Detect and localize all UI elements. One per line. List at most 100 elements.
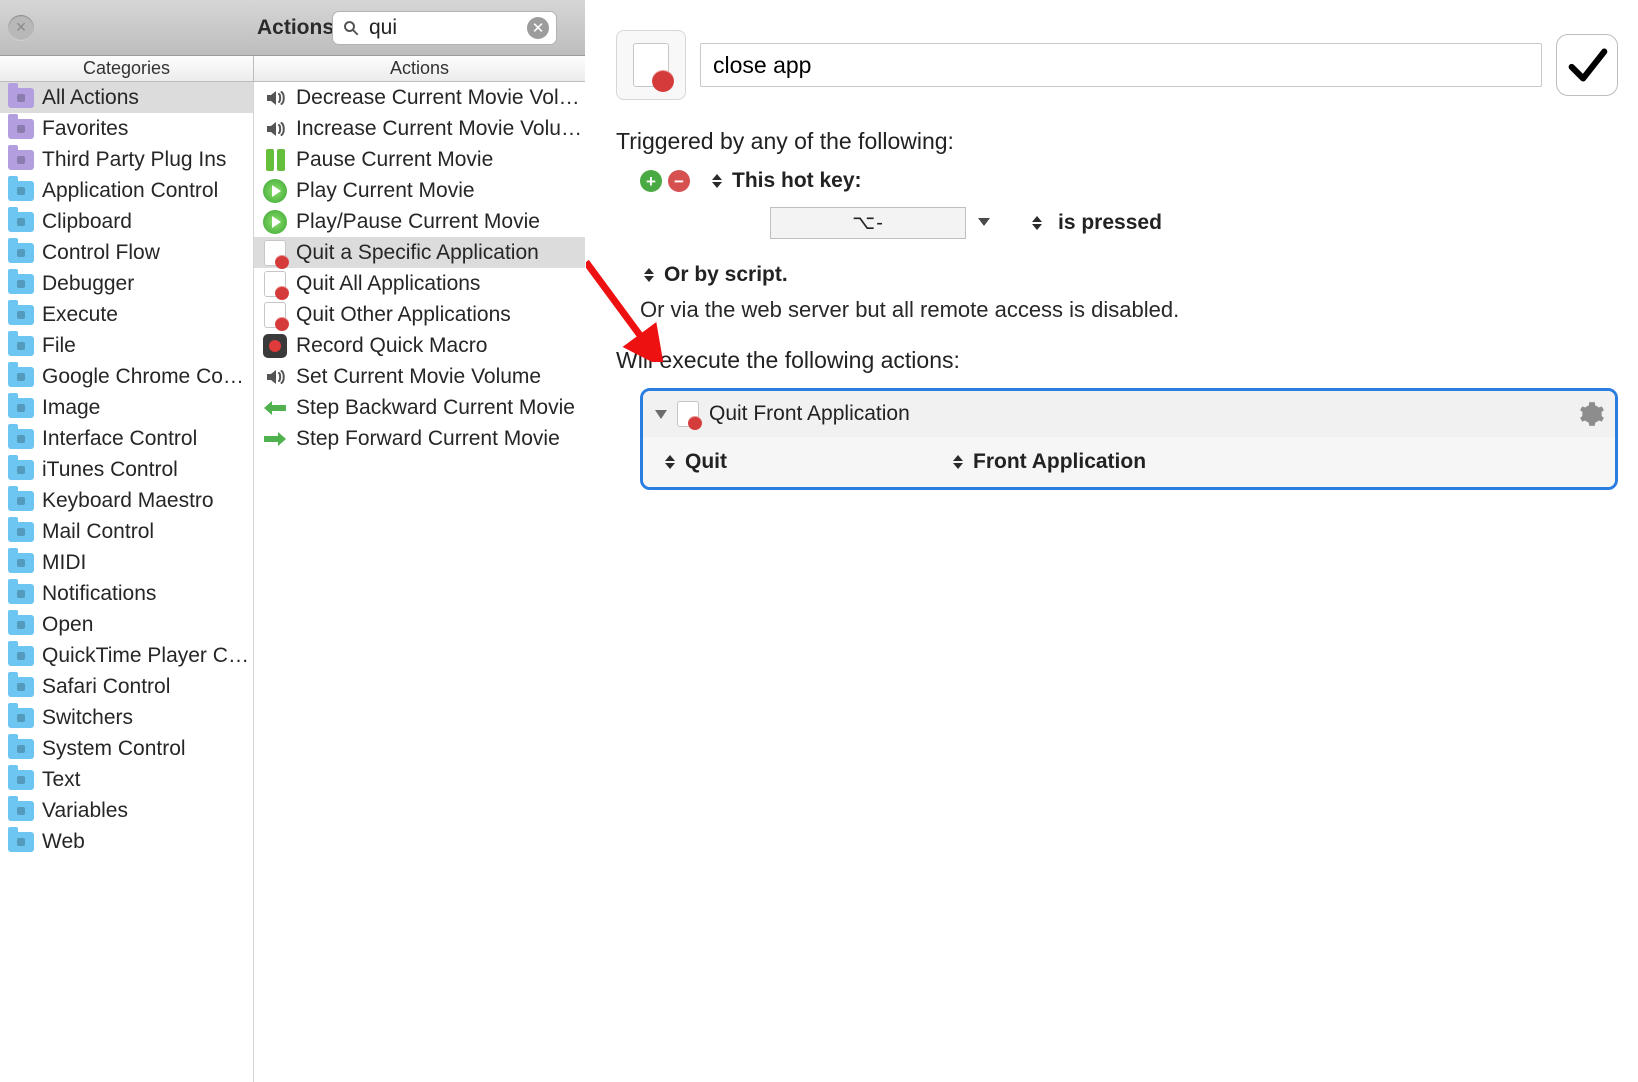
folder-icon — [8, 181, 34, 201]
action-row[interactable]: Step Forward Current Movie — [254, 423, 585, 454]
macro-detail: Triggered by any of the following: + − T… — [586, 0, 1638, 1082]
action-row[interactable]: Play/Pause Current Movie — [254, 206, 585, 237]
category-row[interactable]: Safari Control — [0, 671, 253, 702]
macro-icon-well[interactable] — [616, 30, 686, 100]
category-row[interactable]: MIDI — [0, 547, 253, 578]
quit-app-icon — [262, 271, 288, 297]
palette-toolbar: × Actions ✕ — [0, 0, 585, 56]
folder-icon — [8, 584, 34, 604]
folder-icon — [8, 88, 34, 108]
remove-trigger-button[interactable]: − — [668, 170, 690, 192]
search-wrap: ✕ — [332, 11, 557, 45]
hotkey-field[interactable]: ⌥- — [770, 207, 966, 239]
column-headers: Categories Actions — [0, 56, 585, 82]
category-row[interactable]: Interface Control — [0, 423, 253, 454]
category-row[interactable]: Google Chrome Cont… — [0, 361, 253, 392]
quit-app-icon — [262, 240, 288, 266]
action-label: Increase Current Movie Volume — [296, 117, 585, 141]
category-row[interactable]: Text — [0, 764, 253, 795]
folder-icon — [8, 770, 34, 790]
category-row[interactable]: Switchers — [0, 702, 253, 733]
folder-icon — [8, 677, 34, 697]
category-label: Safari Control — [42, 675, 170, 699]
category-row[interactable]: QuickTime Player Co… — [0, 640, 253, 671]
category-label: Application Control — [42, 179, 218, 203]
category-row[interactable]: Open — [0, 609, 253, 640]
category-label: QuickTime Player Co… — [42, 644, 253, 668]
action-row[interactable]: Decrease Current Movie Volu… — [254, 82, 585, 113]
hotkey-row: ⌥- is pressed — [640, 207, 1618, 239]
action-label: Quit Other Applications — [296, 303, 511, 327]
folder-icon — [8, 460, 34, 480]
speaker-icon — [262, 116, 288, 142]
action-title: Quit Front Application — [709, 402, 910, 426]
actions-palette: × Actions ✕ Categories Actions All Actio… — [0, 0, 586, 1082]
category-row[interactable]: Notifications — [0, 578, 253, 609]
trigger-header-row: + − This hot key: — [640, 169, 1618, 193]
category-row[interactable]: Mail Control — [0, 516, 253, 547]
categories-header[interactable]: Categories — [0, 56, 254, 81]
action-row[interactable]: Quit Other Applications — [254, 299, 585, 330]
trigger-type-stepper[interactable] — [708, 170, 726, 192]
hotkey-state-stepper[interactable] — [1028, 212, 1046, 234]
actions-list[interactable]: Decrease Current Movie Volu… Increase Cur… — [254, 82, 585, 1082]
folder-icon — [8, 398, 34, 418]
category-row[interactable]: Web — [0, 826, 253, 857]
action-row[interactable]: Pause Current Movie — [254, 144, 585, 175]
folder-icon — [8, 150, 34, 170]
categories-list[interactable]: All Actions Favorites Third Party Plug Ins… — [0, 82, 254, 1082]
category-row[interactable]: System Control — [0, 733, 253, 764]
arrow-right-icon — [262, 430, 288, 448]
category-row[interactable]: iTunes Control — [0, 454, 253, 485]
folder-icon — [8, 646, 34, 666]
action-card[interactable]: Quit Front Application Quit Front Applic… — [640, 388, 1618, 490]
category-label: Third Party Plug Ins — [42, 148, 226, 172]
action-row[interactable]: Quit All Applications — [254, 268, 585, 299]
category-label: Open — [42, 613, 93, 637]
folder-icon — [8, 491, 34, 511]
category-row[interactable]: Third Party Plug Ins — [0, 144, 253, 175]
search-input[interactable] — [332, 11, 557, 45]
category-row[interactable]: Image — [0, 392, 253, 423]
script-trigger-stepper[interactable] — [640, 264, 658, 286]
macro-enabled-toggle[interactable] — [1556, 34, 1618, 96]
close-palette-button[interactable]: × — [8, 15, 34, 41]
category-row[interactable]: Control Flow — [0, 237, 253, 268]
action-row[interactable]: Quit a Specific Application — [254, 237, 585, 268]
folder-icon — [8, 708, 34, 728]
add-trigger-button[interactable]: + — [640, 170, 662, 192]
category-row[interactable]: File — [0, 330, 253, 361]
category-row[interactable]: Clipboard — [0, 206, 253, 237]
action-row[interactable]: Increase Current Movie Volume — [254, 113, 585, 144]
search-icon — [342, 19, 360, 37]
checkmark-icon — [1564, 42, 1610, 88]
category-label: System Control — [42, 737, 186, 761]
quit-app-icon — [677, 401, 699, 427]
action-row[interactable]: Set Current Movie Volume — [254, 361, 585, 392]
action-label: Step Backward Current Movie — [296, 396, 575, 420]
category-row[interactable]: Variables — [0, 795, 253, 826]
actions-header[interactable]: Actions — [254, 56, 585, 81]
action-row[interactable]: Record Quick Macro — [254, 330, 585, 361]
category-row[interactable]: Favorites — [0, 113, 253, 144]
gear-icon[interactable] — [1579, 401, 1605, 427]
clear-search-button[interactable]: ✕ — [527, 17, 549, 39]
macro-name-input[interactable] — [700, 43, 1542, 87]
action-target-stepper[interactable] — [949, 451, 967, 473]
category-row[interactable]: Debugger — [0, 268, 253, 299]
action-row[interactable]: Step Backward Current Movie — [254, 392, 585, 423]
hotkey-options-dropdown[interactable] — [978, 218, 994, 228]
action-card-header[interactable]: Quit Front Application — [643, 391, 1615, 437]
category-row[interactable]: Execute — [0, 299, 253, 330]
action-row[interactable]: Play Current Movie — [254, 175, 585, 206]
category-label: Google Chrome Cont… — [42, 365, 253, 389]
category-label: Favorites — [42, 117, 128, 141]
category-row[interactable]: Keyboard Maestro — [0, 485, 253, 516]
action-verb-stepper[interactable] — [661, 451, 679, 473]
folder-icon — [8, 305, 34, 325]
category-row[interactable]: All Actions — [0, 82, 253, 113]
trigger-type-label: This hot key: — [732, 169, 862, 193]
category-row[interactable]: Application Control — [0, 175, 253, 206]
disclosure-triangle-icon[interactable] — [655, 410, 667, 419]
folder-icon — [8, 243, 34, 263]
